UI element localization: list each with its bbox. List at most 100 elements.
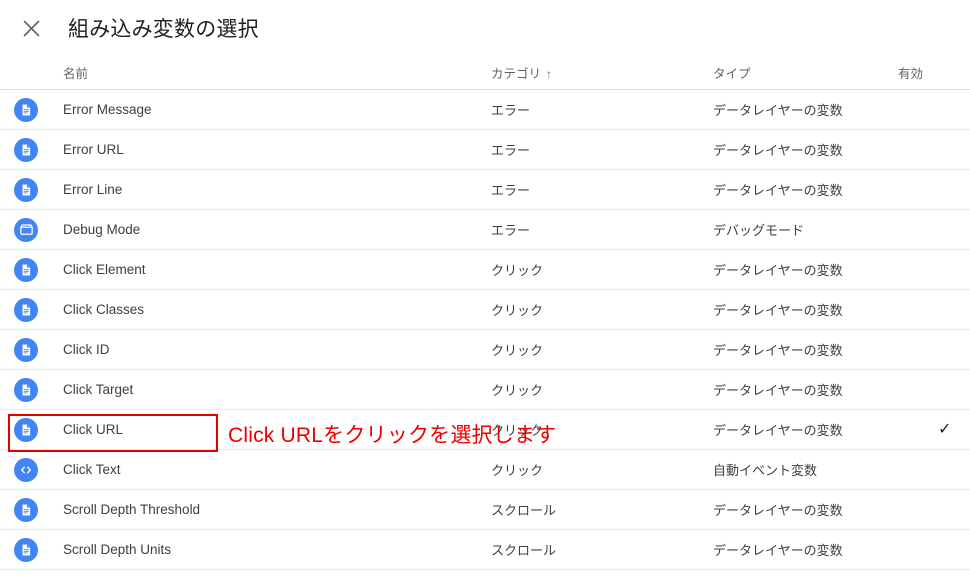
enabled-checkmark-icon: ✓	[938, 420, 952, 438]
table-row[interactable]: Error Message エラー データレイヤーの変数	[0, 90, 970, 130]
table-row[interactable]: Error URL エラー データレイヤーの変数	[0, 130, 970, 170]
cell-name[interactable]: Click Target	[0, 377, 472, 402]
cell-category: クリック	[472, 340, 686, 360]
category-label: エラー	[491, 222, 531, 238]
cell-category: エラー	[472, 100, 686, 120]
column-header-name[interactable]: 名前	[0, 63, 472, 82]
table-row[interactable]: Click URL クリック データレイヤーの変数 ✓	[0, 410, 970, 450]
type-label: データレイヤーの変数	[713, 302, 843, 318]
variable-name-label: Click URL	[63, 422, 124, 437]
variable-name-label: Debug Mode	[63, 222, 141, 237]
category-label: エラー	[491, 182, 531, 198]
type-label: デバッグモード	[713, 222, 805, 238]
cell-category: クリック	[472, 300, 686, 320]
cell-category: スクロール	[472, 540, 686, 560]
table-row[interactable]: Click Classes クリック データレイヤーの変数	[0, 290, 970, 330]
table-row[interactable]: Scroll Depth Units スクロール データレイヤーの変数	[0, 530, 970, 570]
sort-ascending-icon: ↑	[546, 66, 553, 81]
column-header-type-label: タイプ	[713, 66, 751, 81]
table-body: Error Message エラー データレイヤーの変数 Error URL エラー デー…	[0, 90, 970, 570]
type-label: データレイヤーの変数	[713, 502, 843, 518]
document-icon	[14, 177, 38, 202]
variable-name-label: Click Classes	[63, 302, 145, 317]
column-header-category-label: カテゴリ	[491, 66, 542, 81]
table-row[interactable]: Debug Mode エラー デバッグモード	[0, 210, 970, 250]
cell-enabled[interactable]: ✓	[898, 420, 970, 438]
category-label: クリック	[491, 462, 544, 478]
cell-category: クリック	[472, 260, 686, 280]
table-row[interactable]: Scroll Depth Threshold スクロール データレイヤーの変数	[0, 490, 970, 530]
cell-name[interactable]: Click Text	[0, 457, 472, 482]
column-header-type[interactable]: タイプ	[686, 63, 898, 83]
type-label: データレイヤーの変数	[713, 142, 843, 158]
cell-name[interactable]: Debug Mode	[0, 217, 472, 242]
panel-header: 組み込み変数の選択	[0, 0, 970, 56]
variable-name-label: Scroll Depth Threshold	[63, 502, 201, 517]
code-icon	[14, 457, 38, 482]
type-label: データレイヤーの変数	[713, 262, 843, 278]
cell-name[interactable]: Click URL	[0, 417, 472, 442]
category-label: クリック	[491, 262, 544, 278]
cell-name[interactable]: Click Classes	[0, 297, 472, 322]
cell-name[interactable]: Error URL	[0, 137, 472, 162]
document-icon	[14, 417, 38, 442]
page-title: 組み込み変数の選択	[68, 18, 259, 41]
cell-category: エラー	[472, 140, 686, 160]
close-icon	[23, 20, 40, 37]
document-icon	[14, 377, 38, 402]
variable-name-label: Scroll Depth Units	[63, 542, 172, 557]
type-label: データレイヤーの変数	[713, 382, 843, 398]
column-header-category[interactable]: カテゴリ ↑	[472, 63, 686, 83]
document-icon	[14, 497, 38, 522]
cell-type: データレイヤーの変数	[686, 100, 898, 120]
type-label: 自動イベント変数	[713, 462, 818, 478]
table-row[interactable]: Click Target クリック データレイヤーの変数	[0, 370, 970, 410]
variable-name-label: Click Target	[63, 382, 134, 397]
cell-type: データレイヤーの変数	[686, 140, 898, 160]
column-header-name-label: 名前	[63, 67, 89, 81]
debug-box-icon	[14, 217, 38, 242]
cell-category: エラー	[472, 180, 686, 200]
table-row[interactable]: Click Text クリック 自動イベント変数	[0, 450, 970, 490]
cell-name[interactable]: Scroll Depth Units	[0, 537, 472, 562]
category-label: スクロール	[491, 502, 557, 518]
cell-name[interactable]: Click ID	[0, 337, 472, 362]
document-icon	[14, 97, 38, 122]
cell-category: クリック	[472, 460, 686, 480]
column-header-enabled[interactable]: 有効	[898, 63, 970, 82]
cell-type: データレイヤーの変数	[686, 300, 898, 320]
table-row[interactable]: Click ID クリック データレイヤーの変数	[0, 330, 970, 370]
type-label: データレイヤーの変数	[713, 102, 843, 118]
document-icon	[14, 337, 38, 362]
column-header-enabled-label: 有効	[898, 67, 924, 81]
cell-name[interactable]: Error Message	[0, 97, 472, 122]
cell-type: 自動イベント変数	[686, 460, 898, 480]
cell-name[interactable]: Scroll Depth Threshold	[0, 497, 472, 522]
cell-type: データレイヤーの変数	[686, 500, 898, 520]
cell-category: クリック	[472, 420, 686, 440]
table-header-row: 名前 カテゴリ ↑ タイプ 有効	[0, 56, 970, 90]
document-icon	[14, 257, 38, 282]
close-button[interactable]	[14, 11, 48, 45]
variable-name-label: Click Element	[63, 262, 146, 277]
cell-type: データレイヤーの変数	[686, 260, 898, 280]
cell-type: データレイヤーの変数	[686, 340, 898, 360]
variable-name-label: Error Line	[63, 182, 123, 197]
table-row[interactable]: Error Line エラー データレイヤーの変数	[0, 170, 970, 210]
type-label: データレイヤーの変数	[713, 542, 843, 558]
cell-type: デバッグモード	[686, 220, 898, 240]
category-label: クリック	[491, 422, 544, 438]
builtin-variables-table: 名前 カテゴリ ↑ タイプ 有効 Error Message エラー データレイヤーの…	[0, 56, 970, 570]
category-label: スクロール	[491, 542, 557, 558]
cell-category: エラー	[472, 220, 686, 240]
cell-name[interactable]: Error Line	[0, 177, 472, 202]
document-icon	[14, 137, 38, 162]
cell-name[interactable]: Click Element	[0, 257, 472, 282]
cell-type: データレイヤーの変数	[686, 540, 898, 560]
table-row[interactable]: Click Element クリック データレイヤーの変数	[0, 250, 970, 290]
category-label: クリック	[491, 382, 544, 398]
document-icon	[14, 297, 38, 322]
variable-name-label: Error URL	[63, 142, 124, 157]
variable-name-label: Click ID	[63, 342, 110, 357]
category-label: エラー	[491, 102, 531, 118]
